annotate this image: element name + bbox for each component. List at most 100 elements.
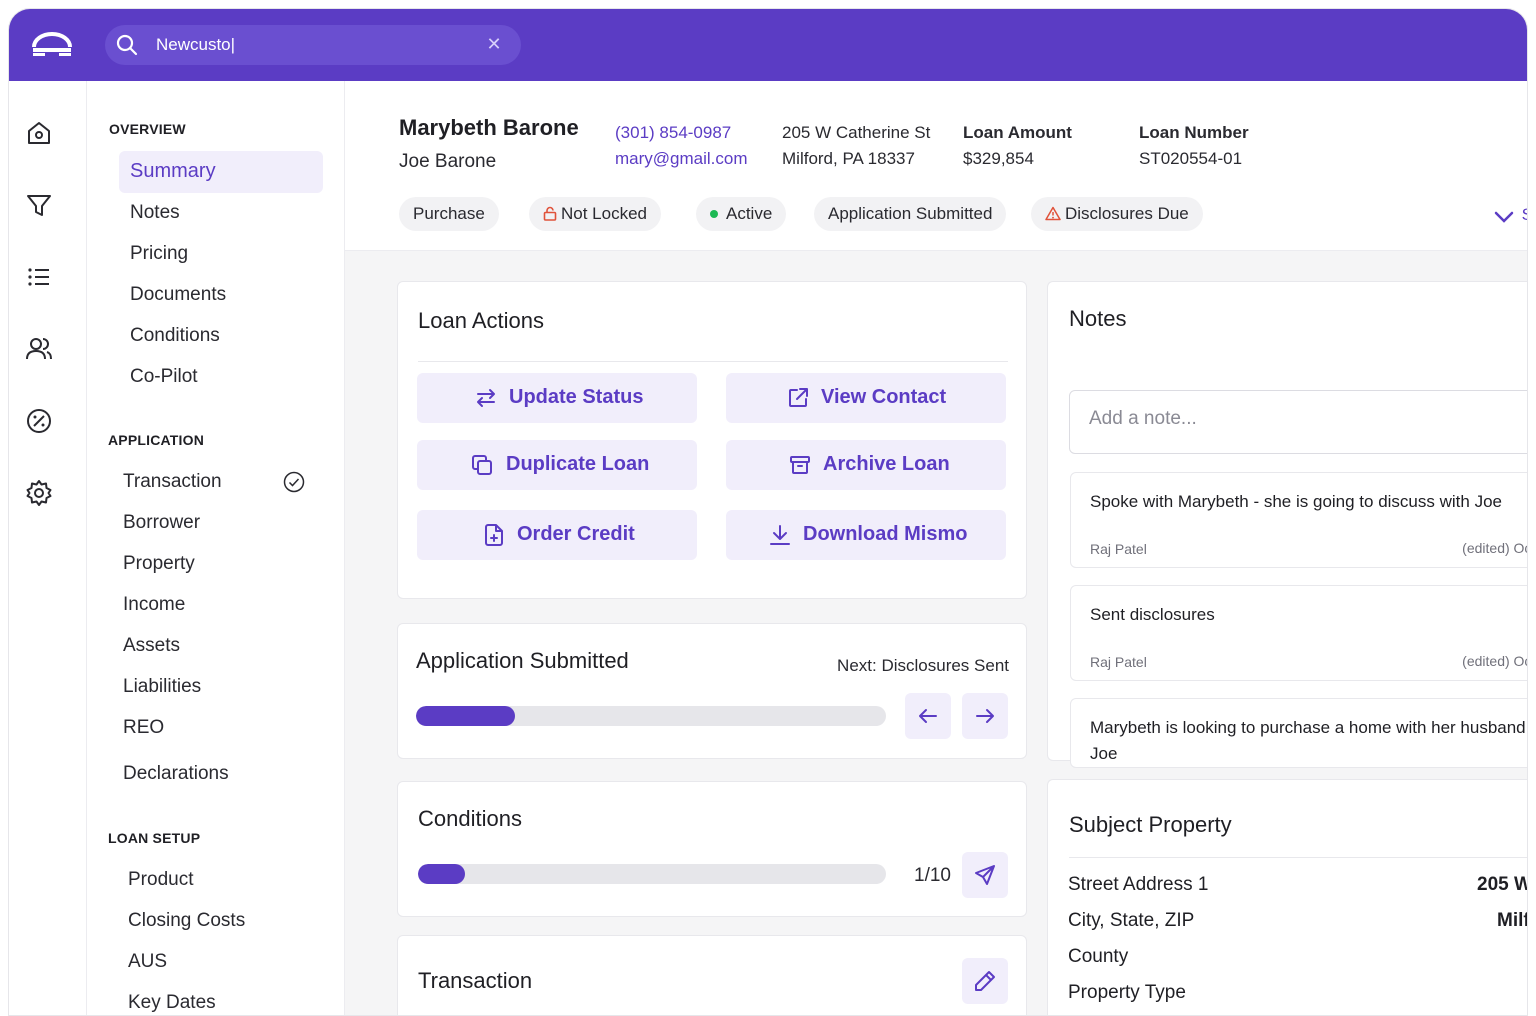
note-date: (edited) Oct 3: [1462, 540, 1527, 556]
nav-item-reo[interactable]: REO: [123, 717, 164, 739]
chip-purchase[interactable]: Purchase: [399, 197, 499, 231]
check-circle-icon: [283, 471, 305, 493]
email-link[interactable]: mary@gmail.com: [615, 149, 748, 169]
note-item[interactable]: Sent disclosures Raj Patel (edited) Oct …: [1070, 585, 1527, 681]
note-text: Sent disclosures: [1090, 605, 1215, 624]
home-icon[interactable]: [25, 119, 53, 147]
loan-amount-label: Loan Amount: [963, 123, 1072, 142]
nav-item-transaction[interactable]: Transaction: [123, 471, 222, 493]
archive-loan-button[interactable]: Archive Loan: [726, 440, 1006, 490]
nav-item-notes[interactable]: Notes: [130, 202, 180, 224]
arrow-right-icon: [976, 709, 994, 723]
divider: [1069, 857, 1527, 858]
chip-not-locked[interactable]: Not Locked: [529, 197, 661, 231]
divider: [418, 361, 1008, 362]
application-heading: APPLICATION: [108, 432, 205, 448]
nav-item-closing-costs[interactable]: Closing Costs: [128, 910, 245, 932]
clear-search-icon[interactable]: ✕: [483, 33, 505, 55]
note-item[interactable]: Spoke with Marybeth - she is going to di…: [1070, 472, 1527, 568]
nav-item-summary[interactable]: Summary: [119, 151, 323, 193]
loan-number-value: ST020554-01: [1139, 149, 1243, 168]
button-label: Update Status: [509, 386, 644, 408]
duplicate-loan-button[interactable]: Duplicate Loan: [417, 440, 697, 490]
loan-header: Marybeth Barone Joe Barone (301) 854-098…: [345, 81, 1527, 251]
percent-icon[interactable]: [25, 407, 53, 435]
card-title: Application Submitted: [416, 648, 629, 673]
nav-item-conditions[interactable]: Conditions: [130, 325, 220, 347]
file-plus-icon: [485, 524, 503, 546]
nav-item-label: Summary: [130, 160, 216, 182]
nav-item-borrower[interactable]: Borrower: [123, 512, 200, 534]
property-field-label: City, State, ZIP: [1068, 910, 1195, 931]
nav-item-pricing[interactable]: Pricing: [130, 243, 188, 265]
search-bar[interactable]: Newcusto| ✕: [105, 25, 521, 65]
nav-item-declarations[interactable]: Declarations: [123, 763, 229, 785]
conditions-progress-bar: [418, 864, 886, 884]
chip-label: Purchase: [413, 204, 485, 223]
update-status-button[interactable]: Update Status: [417, 373, 697, 423]
status-progress-bar: [416, 706, 886, 726]
progress-fill: [416, 706, 515, 726]
chevron-down-icon[interactable]: [1493, 209, 1515, 225]
archive-icon: [790, 456, 810, 474]
property-field-label: Street Address 1: [1068, 874, 1209, 895]
notes-card: Notes Add a note... Spoke with Marybeth …: [1047, 281, 1527, 768]
search-input[interactable]: Newcusto|: [156, 35, 235, 55]
card-title: Notes: [1069, 306, 1127, 331]
progress-fill: [418, 864, 465, 884]
nav-item-assets[interactable]: Assets: [123, 635, 180, 657]
card-title: Subject Property: [1069, 812, 1232, 837]
nav-item-co-pilot[interactable]: Co-Pilot: [130, 366, 198, 388]
phone-link[interactable]: (301) 854-0987: [615, 123, 731, 143]
order-credit-button[interactable]: Order Credit: [417, 510, 697, 560]
users-icon[interactable]: [25, 335, 53, 363]
nav-item-product[interactable]: Product: [128, 869, 193, 891]
nav-item-liabilities[interactable]: Liabilities: [123, 676, 201, 698]
address-line-2: Milford, PA 18337: [782, 149, 915, 168]
transaction-card: Transaction: [397, 935, 1027, 1015]
previous-status-button[interactable]: [905, 693, 951, 739]
overview-heading: OVERVIEW: [109, 121, 186, 137]
loan-setup-heading: LOAN SETUP: [108, 830, 201, 846]
nav-item-income[interactable]: Income: [123, 594, 185, 616]
note-input-placeholder: Add a note...: [1089, 408, 1197, 429]
chip-active[interactable]: Active: [696, 197, 787, 231]
send-conditions-button[interactable]: [962, 852, 1008, 898]
chip-disclosures-due[interactable]: Disclosures Due: [1031, 197, 1203, 231]
filter-icon[interactable]: [25, 191, 53, 219]
card-title: Transaction: [418, 968, 533, 993]
gear-icon[interactable]: [25, 479, 53, 507]
note-text: Spoke with Marybeth - she is going to di…: [1090, 492, 1502, 511]
co-borrower-name: Joe Barone: [399, 151, 497, 172]
search-icon: [116, 34, 138, 56]
external-link-icon: [789, 388, 808, 407]
note-author: Raj Patel: [1090, 541, 1147, 557]
note-item[interactable]: Marybeth is looking to purchase a home w…: [1070, 698, 1527, 768]
conditions-count: 1/10: [914, 865, 951, 886]
nav-item-key-dates[interactable]: Key Dates: [128, 992, 216, 1014]
edit-transaction-button[interactable]: [962, 958, 1008, 1004]
view-contact-button[interactable]: View Contact: [726, 373, 1006, 423]
next-status-button[interactable]: [962, 693, 1008, 739]
chip-application-submitted[interactable]: Application Submitted: [814, 197, 1007, 231]
button-label: Duplicate Loan: [506, 453, 650, 475]
app-window: Newcusto| ✕ OVERVIEW Summary Notes Prici…: [8, 8, 1528, 1016]
download-mismo-button[interactable]: Download Mismo: [726, 510, 1006, 560]
button-label: Order Credit: [517, 523, 635, 545]
note-date: (edited) Oct 3: [1462, 653, 1527, 669]
button-label: Download Mismo: [803, 523, 968, 545]
nav-item-documents[interactable]: Documents: [130, 284, 226, 306]
chip-label: Application Submitted: [828, 204, 993, 223]
button-label: Archive Loan: [823, 453, 950, 475]
nav-item-aus[interactable]: AUS: [128, 951, 167, 973]
next-step-label: Next: Disclosures Sent: [837, 656, 1009, 675]
note-input[interactable]: Add a note...: [1069, 390, 1527, 454]
arrow-left-icon: [919, 709, 937, 723]
list-icon[interactable]: [25, 263, 53, 291]
nav-item-property[interactable]: Property: [123, 553, 195, 575]
copy-icon: [472, 455, 492, 475]
app-logo-icon[interactable]: [31, 31, 73, 57]
chip-label: Active: [726, 204, 773, 223]
lock-icon: [543, 206, 557, 221]
header-overflow-text[interactable]: S: [1522, 205, 1527, 225]
